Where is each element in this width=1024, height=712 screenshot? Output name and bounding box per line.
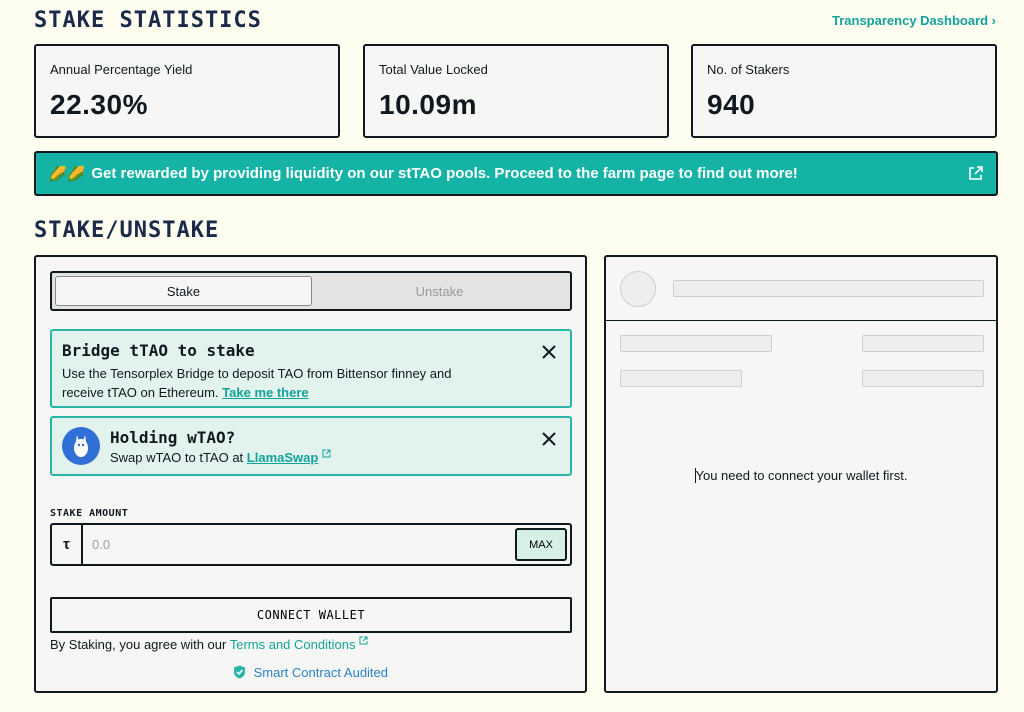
- terms-and-conditions-link[interactable]: Terms and Conditions: [230, 637, 356, 652]
- tab-unstake[interactable]: Unstake: [312, 276, 567, 306]
- stake-unstake-title: STAKE/UNSTAKE: [34, 218, 220, 243]
- farm-promo-banner[interactable]: 🌽🌽 Get rewarded by providing liquidity o…: [34, 151, 998, 196]
- banner-text: Get rewarded by providing liquidity on o…: [91, 165, 798, 182]
- stat-value: 10.09m: [379, 89, 477, 120]
- shield-check-icon: [233, 665, 246, 682]
- wallet-message-text: You need to connect your wallet first.: [695, 468, 908, 483]
- wtao-card-title: Holding wTAO?: [110, 427, 236, 447]
- stat-card-tvl: Total Value Locked 10.09m: [363, 44, 669, 138]
- stat-card-apy: Annual Percentage Yield 22.30%: [34, 44, 340, 138]
- wallet-panel: You need to connect your wallet first.: [604, 255, 998, 693]
- llamaswap-link[interactable]: LlamaSwap: [247, 450, 319, 465]
- stat-card-stakers: No. of Stakers 940: [691, 44, 997, 138]
- avatar-placeholder: [620, 271, 656, 307]
- bridge-card-description: Use the Tensorplex Bridge to deposit TAO…: [62, 364, 462, 402]
- stake-amount-field: τ MAX: [50, 523, 572, 566]
- loading-placeholder: [620, 370, 742, 387]
- external-link-icon[interactable]: [967, 165, 984, 186]
- wtao-card-text: Swap wTAO to tTAO at: [110, 449, 244, 465]
- wtao-card-description: Swap wTAO to tTAO at LlamaSwap: [110, 449, 331, 465]
- terms-line: By Staking, you agree with our Terms and…: [50, 636, 368, 652]
- tao-currency-icon: τ: [52, 525, 83, 564]
- take-me-there-link[interactable]: Take me there: [222, 385, 308, 400]
- stake-amount-input[interactable]: [83, 525, 515, 564]
- loading-placeholder: [620, 335, 772, 352]
- stake-tab-bar: Stake Unstake: [50, 271, 572, 311]
- stake-panel: Stake Unstake Bridge tTAO to stake Use t…: [34, 255, 587, 693]
- loading-placeholder: [862, 335, 984, 352]
- corn-emoji-icon: 🌽🌽: [48, 165, 86, 183]
- connect-wallet-message: You need to connect your wallet first.: [606, 468, 996, 483]
- max-button[interactable]: MAX: [515, 528, 567, 561]
- stat-value: 940: [707, 89, 756, 120]
- smart-contract-audited[interactable]: Smart Contract Audited: [36, 665, 585, 682]
- tab-stake[interactable]: Stake: [55, 276, 312, 306]
- stake-statistics-title: STAKE STATISTICS: [34, 8, 262, 33]
- close-icon[interactable]: [540, 343, 558, 361]
- audited-label: Smart Contract Audited: [253, 665, 389, 680]
- stat-label: No. of Stakers: [707, 62, 790, 77]
- bridge-card-title: Bridge tTAO to stake: [62, 341, 255, 360]
- stat-label: Total Value Locked: [379, 62, 488, 77]
- external-link-icon: [322, 449, 331, 457]
- stat-label: Annual Percentage Yield: [50, 62, 193, 77]
- wtao-info-card: Holding wTAO? Swap wTAO to tTAO at Llama…: [50, 416, 572, 476]
- close-icon[interactable]: [540, 430, 558, 448]
- divider: [606, 320, 996, 321]
- llamaswap-logo-icon: [62, 427, 100, 465]
- stake-amount-label: STAKE AMOUNT: [50, 508, 129, 519]
- name-placeholder: [673, 280, 984, 297]
- loading-placeholder: [862, 370, 984, 387]
- terms-prefix: By Staking, you agree with our: [50, 637, 227, 652]
- external-link-icon: [359, 636, 368, 645]
- connect-wallet-button[interactable]: CONNECT WALLET: [50, 597, 572, 633]
- stat-value: 22.30%: [50, 89, 148, 120]
- bridge-info-card: Bridge tTAO to stake Use the Tensorplex …: [50, 329, 572, 408]
- transparency-dashboard-link[interactable]: Transparency Dashboard ›: [832, 13, 996, 28]
